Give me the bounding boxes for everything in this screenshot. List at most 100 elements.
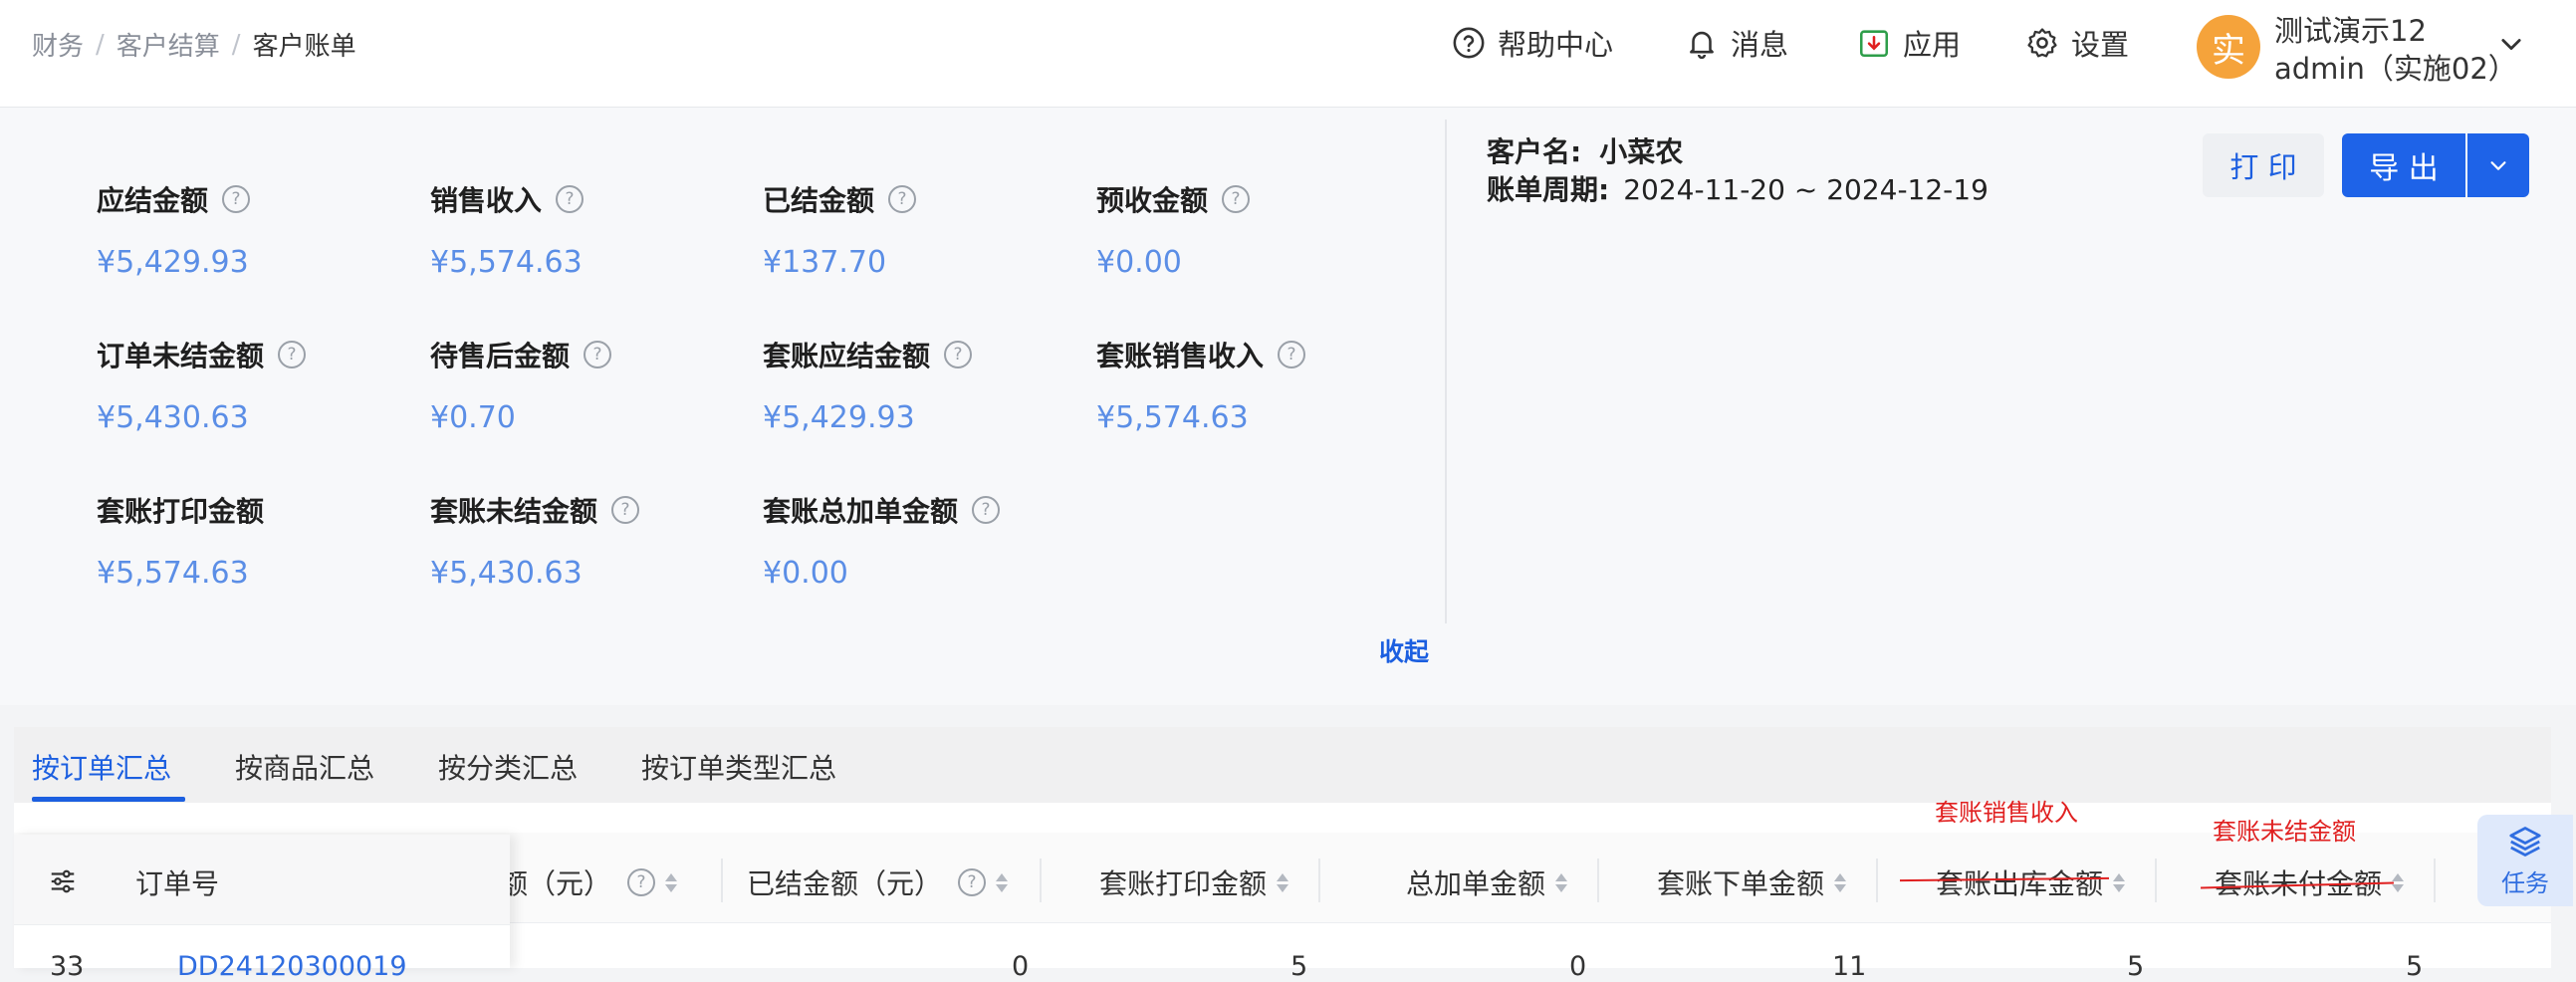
- column-header-outbound-amount[interactable]: 套账出库金额: [1936, 862, 2126, 902]
- metric-label: 已结金额: [763, 184, 875, 217]
- bill-period-value: 2024-11-20 ~ 2024-12-19: [1623, 173, 1989, 206]
- help-icon[interactable]: ?: [944, 341, 973, 368]
- help-center-label: 帮助中心: [1498, 28, 1614, 62]
- help-circle-icon: [1453, 27, 1485, 59]
- metric-value: ¥137.70: [763, 245, 887, 280]
- metric-value: ¥0.00: [763, 556, 848, 591]
- column-divider: [2434, 859, 2436, 902]
- fixed-column-header: [14, 835, 510, 925]
- column-header-order-amount[interactable]: 套账下单金额: [1657, 862, 1847, 902]
- active-tab-indicator: [32, 797, 185, 802]
- chevron-down-icon[interactable]: [2497, 30, 2525, 58]
- metric-order-unsettled: 订单未结金额? ¥5,430.63: [97, 335, 307, 435]
- breadcrumb-item-customer-settlement[interactable]: 客户结算: [117, 26, 220, 63]
- order-number-link[interactable]: DD24120300019: [177, 951, 407, 982]
- sort-icon[interactable]: [665, 872, 678, 892]
- user-account[interactable]: admin（实施02）: [2274, 46, 2517, 88]
- customer-name-value: 小菜农: [1599, 135, 1684, 168]
- metric-set-total-add: 套账总加单金额? ¥0.00: [763, 490, 1001, 591]
- breadcrumb: 财务 / 客户结算 / 客户账单: [32, 26, 356, 63]
- apps-link[interactable]: 应用: [1857, 22, 1961, 64]
- metric-sales-income: 销售收入? ¥5,574.63: [430, 179, 585, 280]
- metric-set-unsettled: 套账未结金额? ¥5,430.63: [430, 490, 640, 591]
- column-divider: [1040, 859, 1042, 902]
- sort-icon[interactable]: [1555, 872, 1568, 892]
- collapse-link[interactable]: 收起: [1379, 632, 1429, 668]
- customer-name: 客户名: 小菜农: [1487, 130, 1683, 170]
- help-center-link[interactable]: 帮助中心: [1452, 22, 1613, 64]
- sort-icon[interactable]: [996, 872, 1009, 892]
- tab-by-category[interactable]: 按分类汇总: [438, 747, 578, 787]
- help-icon[interactable]: ?: [958, 868, 987, 896]
- metric-value: ¥5,430.63: [97, 400, 249, 435]
- column-header-add-amount[interactable]: 总加单金额: [1406, 862, 1568, 902]
- layers-icon: [2509, 826, 2541, 857]
- help-icon[interactable]: ?: [888, 185, 917, 213]
- bill-period: 账单周期: 2024-11-20 ~ 2024-12-19: [1487, 168, 1989, 208]
- metric-value: ¥0.00: [1096, 245, 1182, 280]
- help-icon[interactable]: ?: [222, 185, 251, 213]
- metric-pending-aftersale: 待售后金额? ¥0.70: [430, 335, 612, 435]
- annotation-unpaid: 套账未结金额: [2213, 818, 2356, 846]
- task-button[interactable]: 任务: [2477, 815, 2573, 906]
- avatar[interactable]: 实: [2197, 15, 2260, 79]
- tab-by-order[interactable]: 按订单汇总: [32, 747, 171, 787]
- column-divider: [1318, 859, 1320, 902]
- print-button[interactable]: 打 印: [2203, 133, 2324, 197]
- breadcrumb-item-finance[interactable]: 财务: [32, 26, 84, 63]
- settings-label: 设置: [2071, 28, 2130, 62]
- help-icon[interactable]: ?: [627, 868, 656, 896]
- sort-icon[interactable]: [1277, 872, 1289, 892]
- annotation-outbound: 套账销售收入: [1935, 799, 2078, 827]
- settings-link[interactable]: 设置: [2025, 22, 2129, 64]
- summary-divider: [1445, 120, 1447, 623]
- help-icon[interactable]: ?: [1222, 185, 1251, 213]
- export-dropdown-button[interactable]: [2467, 133, 2529, 197]
- metric-value: ¥5,429.93: [763, 400, 915, 435]
- sort-icon[interactable]: [1834, 872, 1847, 892]
- messages-link[interactable]: 消息: [1685, 22, 1788, 64]
- task-label: 任务: [2501, 868, 2549, 897]
- messages-label: 消息: [1731, 28, 1789, 62]
- metric-set-sales-income: 套账销售收入? ¥5,574.63: [1096, 335, 1306, 435]
- metric-value: ¥5,429.93: [97, 245, 249, 280]
- row-index: 33: [50, 951, 85, 982]
- column-header-order-no: 订单号: [135, 867, 220, 900]
- column-header-settled[interactable]: 已结金额（元） ?: [747, 862, 1009, 902]
- help-icon[interactable]: ?: [611, 496, 640, 524]
- help-icon[interactable]: ?: [1278, 341, 1306, 368]
- export-button[interactable]: 导 出: [2342, 133, 2465, 197]
- sort-icon[interactable]: [2113, 872, 2126, 892]
- help-icon[interactable]: ?: [556, 185, 585, 213]
- help-icon[interactable]: ?: [972, 496, 1001, 524]
- column-header-label: 套账打印金额: [1099, 867, 1268, 900]
- breadcrumb-item-current: 客户账单: [252, 32, 356, 62]
- metric-value: ¥5,430.63: [430, 556, 583, 591]
- metric-value: ¥5,574.63: [1096, 400, 1249, 435]
- metric-settled: 已结金额? ¥137.70: [763, 179, 917, 280]
- fixed-column: [14, 835, 510, 968]
- cell-order-amount: 11: [1832, 951, 1867, 982]
- metric-label: 订单未结金额: [97, 340, 265, 372]
- cell-settled: 0: [1012, 951, 1030, 982]
- user-company[interactable]: 测试演示12: [2274, 8, 2427, 50]
- tab-by-product[interactable]: 按商品汇总: [235, 747, 374, 787]
- help-icon[interactable]: ?: [584, 341, 612, 368]
- cell-add-amount: 0: [1569, 951, 1587, 982]
- column-header-label: 套账出库金额: [1936, 867, 2104, 900]
- column-header-print-amount[interactable]: 套账打印金额: [1099, 862, 1289, 902]
- metric-value: ¥5,574.63: [430, 245, 583, 280]
- cell-unpaid-amount: 5: [2406, 951, 2424, 982]
- tab-by-order-type[interactable]: 按订单类型汇总: [641, 747, 836, 787]
- metric-label: 套账未结金额: [430, 495, 598, 528]
- column-settings-icon[interactable]: [48, 866, 78, 896]
- bill-period-label: 账单周期:: [1487, 173, 1610, 206]
- cell-print-amount: 5: [1290, 951, 1308, 982]
- metric-value: ¥0.70: [430, 400, 516, 435]
- help-icon[interactable]: ?: [278, 341, 307, 368]
- customer-name-label: 客户名:: [1487, 135, 1582, 168]
- metric-prepaid: 预收金额? ¥0.00: [1096, 179, 1251, 280]
- metric-set-print: 套账打印金额 ¥5,574.63: [97, 490, 264, 591]
- metric-label: 待售后金额: [430, 340, 571, 372]
- column-divider: [1597, 859, 1599, 902]
